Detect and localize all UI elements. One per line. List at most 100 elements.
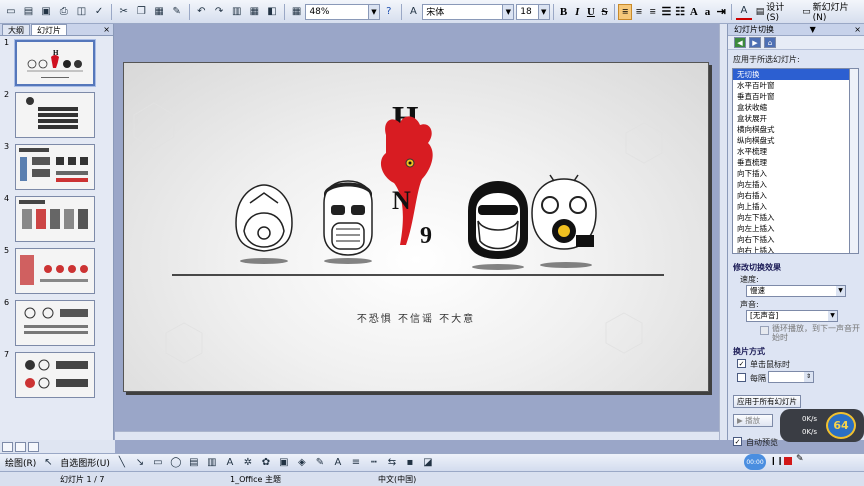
line-icon[interactable]: ╲ (114, 455, 130, 471)
arrow-icon[interactable]: ↘ (132, 455, 148, 471)
bold-button[interactable]: B (557, 4, 571, 20)
slide-thumbnail[interactable] (15, 300, 95, 346)
preview-icon[interactable]: ◫ (74, 4, 90, 20)
network-speed-widget[interactable]: 0K/s 0K/s 64 (780, 409, 864, 442)
forward-icon[interactable]: ▶ (749, 37, 761, 48)
slide-thumbnail[interactable] (15, 196, 95, 242)
transition-item[interactable]: 向左上插入 (733, 223, 849, 234)
print-icon[interactable]: ⎙ (56, 4, 72, 20)
help-icon[interactable]: ? (381, 4, 397, 20)
design-button[interactable]: ▤ 设计(S) (753, 0, 799, 23)
wordart-icon[interactable]: A (222, 455, 238, 471)
draw-menu-button[interactable]: 绘图(R) (2, 456, 39, 469)
font-color-icon[interactable]: A (736, 4, 752, 20)
transition-item[interactable]: 盒状展开 (733, 113, 849, 124)
autopreview-checkbox[interactable]: ✓ (733, 437, 742, 446)
pause-icon[interactable]: ❙❙ (770, 456, 783, 465)
new-slide-button[interactable]: ▭ 新幻灯片(N) (799, 0, 864, 23)
autoshape-menu-button[interactable]: 自选图形(U) (57, 456, 113, 469)
horizontal-scrollbar[interactable] (115, 431, 727, 440)
dash-style-icon[interactable]: ┅ (366, 455, 382, 471)
sorter-view-icon[interactable] (15, 441, 26, 452)
slide-thumbnail[interactable] (15, 92, 95, 138)
slideshow-view-icon[interactable] (28, 441, 39, 452)
stop-icon[interactable] (784, 457, 792, 465)
play-button[interactable]: ▶ 播放 (733, 414, 773, 427)
open-icon[interactable]: ▤ (21, 4, 37, 20)
back-icon[interactable]: ◀ (734, 37, 746, 48)
transition-item[interactable]: 水平梳理 (733, 146, 849, 157)
transition-item[interactable]: 垂直百叶窗 (733, 91, 849, 102)
line-style-icon[interactable]: ≡ (348, 455, 364, 471)
slide-thumbnail-row[interactable]: 6 (0, 298, 114, 348)
slide-thumbnail[interactable] (15, 248, 95, 294)
clipart-icon[interactable]: ✿ (258, 455, 274, 471)
undo-icon[interactable]: ↶ (194, 4, 210, 20)
transition-item[interactable]: 向右下插入 (733, 234, 849, 245)
font-color-icon[interactable]: A (330, 455, 346, 471)
chart-icon[interactable]: ▥ (229, 4, 245, 20)
apply-all-button[interactable]: 应用于所有幻灯片 (733, 395, 801, 408)
on-click-checkbox[interactable]: ✓ (737, 359, 746, 368)
transition-item[interactable]: 向下插入 (733, 168, 849, 179)
decrease-font-icon[interactable]: a (701, 4, 715, 20)
redo-icon[interactable]: ↷ (211, 4, 227, 20)
slide-thumbnail[interactable]: H (14, 39, 96, 87)
indent-icon[interactable]: ⇥ (714, 4, 728, 20)
font-name-select[interactable]: 宋体 ▼ (422, 3, 515, 20)
vertical-scrollbar[interactable] (719, 24, 727, 440)
transition-item[interactable]: 无切换 (733, 69, 849, 80)
line-color-icon[interactable]: ✎ (312, 455, 328, 471)
slide-thumbnail-row[interactable]: 3 (0, 142, 114, 192)
align-center-icon[interactable]: ≡ (632, 4, 646, 20)
transition-item[interactable]: 向左插入 (733, 179, 849, 190)
save-icon[interactable]: ▣ (38, 4, 54, 20)
pane-dropdown-icon[interactable]: ▼ (810, 25, 816, 34)
insert-object-icon[interactable]: ◧ (264, 4, 280, 20)
align-right-icon[interactable]: ≡ (646, 4, 660, 20)
table-icon[interactable]: ▦ (247, 4, 263, 20)
strikethrough-button[interactable]: S (598, 4, 612, 20)
transition-item[interactable]: 向右插入 (733, 190, 849, 201)
new-icon[interactable]: ▭ (3, 4, 19, 20)
bullets-icon[interactable]: ☰ (660, 4, 674, 20)
transition-item[interactable]: 盒状收缩 (733, 102, 849, 113)
transition-item[interactable]: 向右上插入 (733, 245, 849, 253)
transition-item[interactable]: 向上插入 (733, 201, 849, 212)
oval-icon[interactable]: ◯ (168, 455, 184, 471)
increase-font-icon[interactable]: A (687, 4, 701, 20)
font-size-select[interactable]: 18 ▼ (516, 3, 550, 20)
sound-select[interactable]: [无声音] ▼ (746, 310, 838, 322)
zoom-select[interactable]: 48% ▼ (305, 3, 380, 20)
transition-list-scrollbar[interactable] (850, 68, 859, 254)
pen-icon[interactable]: ✎ (796, 454, 804, 464)
cut-icon[interactable]: ✂ (116, 4, 132, 20)
close-icon[interactable]: × (854, 25, 861, 34)
font-color-a-icon[interactable]: A (406, 4, 422, 20)
slide-thumbnail-row[interactable]: 5 (0, 246, 114, 296)
rectangle-icon[interactable]: ▭ (150, 455, 166, 471)
slide-thumbnail-row[interactable]: 4 (0, 194, 114, 244)
home-icon[interactable]: ⌂ (764, 37, 776, 48)
tab-outline[interactable]: 大纲 (2, 24, 30, 35)
speed-select[interactable]: 慢速 ▼ (746, 285, 846, 297)
format-painter-icon[interactable]: ✎ (169, 4, 185, 20)
loop-sound-checkbox[interactable] (760, 326, 769, 335)
slide-thumbnail-row[interactable]: 7 (0, 350, 114, 400)
fill-color-icon[interactable]: ◈ (294, 455, 310, 471)
transition-item[interactable]: 向左下插入 (733, 212, 849, 223)
vertical-textbox-icon[interactable]: ▥ (204, 455, 220, 471)
numbering-icon[interactable]: ☷ (673, 4, 687, 20)
transition-item[interactable]: 横向棋盘式 (733, 124, 849, 135)
transition-list[interactable]: 无切换 水平百叶窗 垂直百叶窗 盒状收缩 盒状展开 横向棋盘式 纵向棋盘式 水平梳理 垂直梳理向… (732, 68, 850, 254)
slide-thumbnail[interactable] (15, 144, 95, 190)
3d-style-icon[interactable]: ◪ (420, 455, 436, 471)
slide-thumbnail[interactable] (15, 352, 95, 398)
slide-thumbnail-row[interactable]: 2 (0, 90, 114, 140)
every-checkbox[interactable] (737, 373, 746, 382)
transition-item[interactable]: 水平百叶窗 (733, 80, 849, 91)
grid-icon[interactable]: ▦ (289, 4, 305, 20)
slide-canvas[interactable]: H N 9 (123, 62, 709, 392)
shadow-icon[interactable]: ▪ (402, 455, 418, 471)
diagram-icon[interactable]: ✲ (240, 455, 256, 471)
